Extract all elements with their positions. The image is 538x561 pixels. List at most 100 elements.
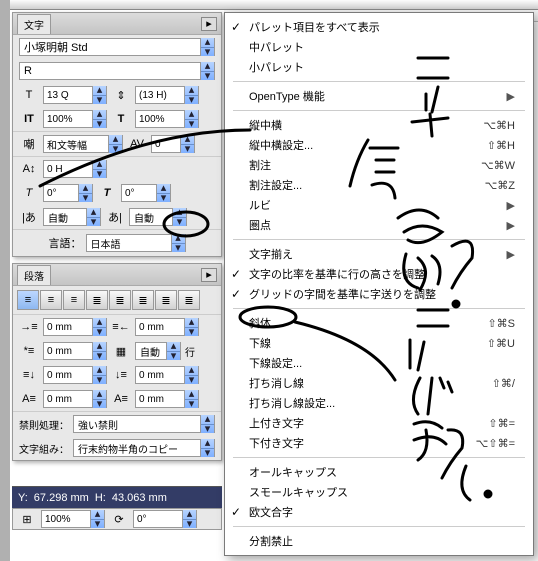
space-before-field[interactable]: 0 mm▴▾ — [43, 366, 107, 384]
fill-icon: |あ — [19, 208, 39, 226]
menu-warichu[interactable]: 割注⌥⌘W — [225, 155, 533, 175]
menu-strike[interactable]: 打ち消し線⇧⌘/ — [225, 373, 533, 393]
menu-ligature[interactable]: 欧文合字 — [225, 502, 533, 522]
menu-grid-tracking[interactable]: グリッドの字間を基準に字送りを調整 — [225, 284, 533, 304]
para-panel-menu-button[interactable]: ▸ — [201, 268, 217, 282]
skew-left-icon: T — [19, 184, 39, 202]
menu-superscript[interactable]: 上付き文字⇧⌘= — [225, 413, 533, 433]
panel-menu-button[interactable]: ▸ — [201, 17, 217, 31]
dropcap-lines-icon: A≡ — [19, 390, 39, 408]
mojikumi-select[interactable]: 行末約物半角のコピー▴▾ — [73, 439, 215, 457]
angle-field[interactable]: 0°▴▾ — [133, 510, 197, 528]
menu-shatai[interactable]: 斜体...⇧⌘S — [225, 313, 533, 333]
first-line-icon: *≡ — [19, 342, 39, 360]
baseline-field[interactable]: 0 H▴▾ — [43, 160, 107, 178]
menu-ratio-height[interactable]: 文字の比率を基準に行の高さを調整 — [225, 264, 533, 284]
paragraph-panel: 段落 ▸ ≡ ≡ ≡ ≣ ≣ ≣ ≣ ≣ →≡ 0 mm▴▾ ≡← 0 mm▴▾… — [12, 263, 222, 461]
skew-right-field[interactable]: 0°▴▾ — [121, 184, 171, 202]
menu-nobreak[interactable]: 分割禁止 — [225, 531, 533, 551]
menu-opentype[interactable]: OpenType 機能▶ — [225, 86, 533, 106]
leading-icon: ⇕ — [111, 86, 131, 104]
align-center-button[interactable]: ≡ — [40, 290, 62, 310]
justify-left-button[interactable]: ≣ — [86, 290, 108, 310]
zoom-field[interactable]: 100%▴▾ — [41, 510, 105, 528]
menu-strike-settings[interactable]: 打ち消し線設定... — [225, 393, 533, 413]
hscale-icon: T — [111, 110, 131, 128]
indent-left-field[interactable]: 0 mm▴▾ — [43, 318, 107, 336]
space-before-icon: ≡↓ — [19, 366, 39, 384]
char-panel-header: 文字 ▸ — [13, 13, 221, 35]
align-right-button[interactable]: ≡ — [63, 290, 85, 310]
font-style-select[interactable]: R▴▾ — [19, 62, 215, 80]
dropcap-chars-field[interactable]: 0 mm▴▾ — [135, 390, 199, 408]
menu-underline-settings[interactable]: 下線設定... — [225, 353, 533, 373]
panel-flyout-menu: パレット項目をすべて表示 中パレット 小パレット OpenType 機能▶ 縦中… — [224, 12, 534, 556]
menu-smallcaps[interactable]: スモールキャップス — [225, 482, 533, 502]
size-icon: T — [19, 86, 39, 104]
aki-icon: 嘲 — [19, 135, 39, 153]
stroke-icon: あ| — [105, 208, 125, 226]
para-panel-header: 段落 ▸ — [13, 264, 221, 286]
dropcap-lines-field[interactable]: 0 mm▴▾ — [43, 390, 107, 408]
rotate-icon: ⟳ — [109, 510, 129, 528]
menu-allcaps[interactable]: オールキャップス — [225, 462, 533, 482]
kinsoku-label: 禁則処理： — [19, 417, 69, 432]
justify-full-button[interactable]: ≣ — [155, 290, 177, 310]
lang-select[interactable]: 日本語▴▾ — [86, 234, 186, 252]
menu-small[interactable]: 小パレット — [225, 57, 533, 77]
menu-char-align[interactable]: 文字揃え▶ — [225, 244, 533, 264]
skew-right-icon: T — [97, 184, 117, 202]
h-label: H: — [95, 492, 106, 504]
space-after-field[interactable]: 0 mm▴▾ — [135, 366, 199, 384]
align-left-button[interactable]: ≡ — [17, 290, 39, 310]
font-family-select[interactable]: 小塚明朝 Std▴▾ — [19, 38, 215, 56]
baseline-icon: A↕ — [19, 160, 39, 178]
justify-all-button[interactable]: ≣ — [178, 290, 200, 310]
y-value: 67.298 mm — [34, 492, 89, 504]
status-bar: Y: 67.298 mm H: 43.063 mm — [12, 486, 222, 508]
indent-right-field[interactable]: 0 mm▴▾ — [135, 318, 199, 336]
menu-subscript[interactable]: 下付き文字⌥⇧⌘= — [225, 433, 533, 453]
vscale-icon: IT — [19, 110, 39, 128]
kinsoku-select[interactable]: 強い禁則▴▾ — [73, 415, 215, 433]
bottom-bar: ⊞ 100%▴▾ ⟳ 0°▴▾ — [12, 508, 222, 530]
aki-field[interactable]: 和文等幅▴▾ — [43, 135, 123, 153]
y-label: Y: — [18, 492, 28, 504]
dropcap-chars-icon: A≡ — [111, 390, 131, 408]
menu-tcy[interactable]: 縦中横⌥⌘H — [225, 115, 533, 135]
indent-right-icon: ≡← — [111, 318, 131, 336]
indent-left-icon: →≡ — [19, 318, 39, 336]
justify-right-button[interactable]: ≣ — [132, 290, 154, 310]
leading-field[interactable]: (13 H)▴▾ — [135, 86, 199, 104]
menu-tcy-settings[interactable]: 縦中横設定...⇧⌘H — [225, 135, 533, 155]
grid-unit: 行 — [185, 344, 195, 359]
alignment-buttons: ≡ ≡ ≡ ≣ ≣ ≣ ≣ ≣ — [13, 286, 221, 315]
menu-underline[interactable]: 下線⇧⌘U — [225, 333, 533, 353]
menu-show-all[interactable]: パレット項目をすべて表示 — [225, 17, 533, 37]
justify-center-button[interactable]: ≣ — [109, 290, 131, 310]
space-after-icon: ↓≡ — [111, 366, 131, 384]
skew-left-field[interactable]: 0°▴▾ — [43, 184, 93, 202]
first-line-field[interactable]: 0 mm▴▾ — [43, 342, 107, 360]
menu-kenten[interactable]: 圏点▶ — [225, 215, 533, 235]
character-panel: 文字 ▸ 小塚明朝 Std▴▾ R▴▾ T 13 Q▴▾ ⇕ (13 H)▴▾ … — [12, 12, 222, 257]
stroke-select[interactable]: 自動▴▾ — [129, 208, 187, 226]
zoom-icon: ⊞ — [17, 510, 37, 528]
grid-icon: ▦ — [111, 342, 131, 360]
kerning-field[interactable]: 0▴▾ — [151, 135, 195, 153]
fill-select[interactable]: 自動▴▾ — [43, 208, 101, 226]
menu-warichu-settings[interactable]: 割注設定...⌥⌘Z — [225, 175, 533, 195]
mojikumi-label: 文字組み： — [19, 441, 69, 456]
para-panel-tab[interactable]: 段落 — [17, 265, 51, 285]
lang-label: 言語： — [49, 235, 82, 251]
grid-auto[interactable]: 自動▴▾ — [135, 342, 181, 360]
font-size-field[interactable]: 13 Q▴▾ — [43, 86, 107, 104]
h-value: 43.063 mm — [112, 492, 167, 504]
vscale-field[interactable]: 100%▴▾ — [43, 110, 107, 128]
char-panel-tab[interactable]: 文字 — [17, 14, 51, 34]
menu-ruby[interactable]: ルビ▶ — [225, 195, 533, 215]
language-row: 言語： 日本語▴▾ — [13, 229, 221, 256]
kerning-icon: AV — [127, 135, 147, 153]
hscale-field[interactable]: 100%▴▾ — [135, 110, 199, 128]
menu-medium[interactable]: 中パレット — [225, 37, 533, 57]
